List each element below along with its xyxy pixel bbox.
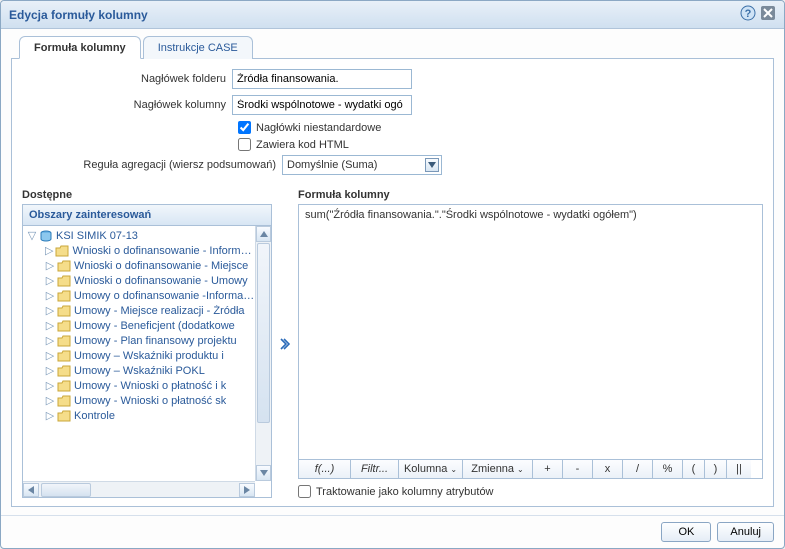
tree-item[interactable]: ▷Umowy - Miejsce realizacji - Źródła <box>27 303 255 318</box>
scroll-thumb[interactable] <box>257 243 270 423</box>
close-icon[interactable] <box>760 5 776 24</box>
folder-icon <box>57 395 71 407</box>
insert-arrow-button[interactable] <box>278 189 292 498</box>
fx-button[interactable]: f(...) <box>299 460 351 478</box>
horizontal-scrollbar[interactable] <box>23 481 255 497</box>
tree-item[interactable]: ▷Umowy – Wskaźniki produktu i <box>27 348 255 363</box>
custom-headers-label: Nagłówki niestandardowe <box>256 122 381 134</box>
tree-item[interactable]: ▷Wnioski o dofinansowanie - Umowy <box>27 273 255 288</box>
help-icon[interactable]: ? <box>740 5 756 24</box>
multiply-button[interactable]: x <box>593 460 623 478</box>
aggregation-rule-value: Domyślnie (Suma) <box>287 159 377 171</box>
scroll-left-icon[interactable] <box>23 483 39 497</box>
expand-icon[interactable]: ▷ <box>45 304 55 317</box>
aggregation-rule-label: Reguła agregacji (wiersz podsumowań) <box>22 159 282 171</box>
expand-icon[interactable]: ▷ <box>45 259 55 272</box>
scroll-right-icon[interactable] <box>239 483 255 497</box>
tree-root-label: KSI SIMIK 07-13 <box>56 230 138 242</box>
folder-header-label: Nagłówek folderu <box>22 73 232 85</box>
column-dropdown[interactable]: Kolumna⌄ <box>399 460 463 478</box>
contains-html-label: Zawiera kod HTML <box>256 139 349 151</box>
tree-item[interactable]: ▷Umowy - Plan finansowy projektu <box>27 333 255 348</box>
tree-item[interactable]: ▷Umowy o dofinansowanie -Informacje <box>27 288 255 303</box>
custom-headers-checkbox[interactable] <box>238 121 251 134</box>
folder-icon <box>57 350 71 362</box>
tree-item[interactable]: ▷Umowy - Beneficjent (dodatkowe <box>27 318 255 333</box>
expand-icon[interactable]: ▷ <box>45 349 55 362</box>
tabs: Formuła kolumny Instrukcje CASE <box>11 35 774 59</box>
concat-button[interactable]: || <box>727 460 751 478</box>
tree-item[interactable]: ▷Umowy - Wnioski o płatność i k <box>27 378 255 393</box>
edit-column-formula-dialog: Edycja formuły kolumny ? Formuła kolumny… <box>0 0 785 549</box>
aggregation-rule-select[interactable]: Domyślnie (Suma) <box>282 155 442 175</box>
expand-icon[interactable]: ▷ <box>45 394 55 407</box>
variable-dropdown[interactable]: Zmienna⌄ <box>463 460 533 478</box>
tab-formula[interactable]: Formuła kolumny <box>19 36 141 59</box>
formula-title: Formuła kolumny <box>298 189 763 204</box>
scroll-up-icon[interactable] <box>256 226 271 242</box>
lparen-button[interactable]: ( <box>683 460 705 478</box>
dialog-title: Edycja formuły kolumny <box>9 8 148 22</box>
tree-item[interactable]: ▷Umowy - Wnioski o płatność sk <box>27 393 255 408</box>
contains-html-checkbox[interactable] <box>238 138 251 151</box>
available-title: Dostępne <box>22 189 272 204</box>
tree-item[interactable]: ▷Kontrole <box>27 408 255 423</box>
expand-icon[interactable]: ▷ <box>45 409 55 422</box>
expand-icon[interactable]: ▷ <box>45 379 55 392</box>
cancel-button[interactable]: Anuluj <box>717 522 774 542</box>
column-header-input[interactable] <box>232 95 412 115</box>
plus-button[interactable]: + <box>533 460 563 478</box>
expand-icon[interactable]: ▷ <box>45 334 55 347</box>
folder-header-input[interactable] <box>232 69 412 89</box>
divide-button[interactable]: / <box>623 460 653 478</box>
folder-icon <box>57 320 71 332</box>
scroll-down-icon[interactable] <box>256 465 271 481</box>
formula-text: sum("Źródła finansowania."."Środki wspól… <box>305 209 637 221</box>
formula-toolbar: f(...) Filtr... Kolumna⌄ Zmienna⌄ + - x … <box>298 460 763 479</box>
tab-content: Nagłówek folderu Nagłówek kolumny Nagłów… <box>11 59 774 507</box>
folder-icon <box>57 275 71 287</box>
filter-button[interactable]: Filtr... <box>351 460 399 478</box>
folder-icon <box>57 305 71 317</box>
expand-icon[interactable]: ▷ <box>45 274 55 287</box>
expand-icon[interactable]: ▷ <box>45 244 53 257</box>
treat-as-attribute-checkbox[interactable] <box>298 485 311 498</box>
column-header-label: Nagłówek kolumny <box>22 99 232 111</box>
svg-text:?: ? <box>745 8 752 20</box>
tree-item[interactable]: ▷Umowy – Wskaźniki POKL <box>27 363 255 378</box>
ok-button[interactable]: OK <box>661 522 711 542</box>
tab-case[interactable]: Instrukcje CASE <box>143 36 253 59</box>
chevron-down-icon: ⌄ <box>517 465 524 474</box>
dialog-header: Edycja formuły kolumny ? <box>1 1 784 29</box>
subject-areas-header: Obszary zainteresowań <box>23 205 271 226</box>
tree-item[interactable]: ▷Wnioski o dofinansowanie - Miejsce <box>27 258 255 273</box>
folder-icon <box>57 335 71 347</box>
expand-icon[interactable]: ▷ <box>45 289 55 302</box>
formula-textarea[interactable]: sum("Źródła finansowania."."Środki wspól… <box>298 204 763 460</box>
folder-icon <box>57 410 71 422</box>
expand-icon[interactable]: ▷ <box>45 364 55 377</box>
chevron-down-icon: ⌄ <box>450 465 457 474</box>
formula-pane: Formuła kolumny sum("Źródła finansowania… <box>298 189 763 498</box>
expand-icon[interactable]: ▽ <box>27 229 37 242</box>
available-pane: Dostępne Obszary zainteresowań ▽ <box>22 189 272 498</box>
percent-button[interactable]: % <box>653 460 683 478</box>
scroll-thumb[interactable] <box>41 483 91 497</box>
dialog-footer: OK Anuluj <box>1 515 784 548</box>
tree-item[interactable]: ▷Wnioski o dofinansowanie - Informacje o… <box>27 243 255 258</box>
folder-icon <box>57 365 71 377</box>
database-icon <box>39 230 53 242</box>
treat-as-attribute-label: Traktowanie jako kolumny atrybutów <box>316 486 494 498</box>
folder-icon <box>57 290 71 302</box>
folder-icon <box>55 245 69 257</box>
tree-root[interactable]: ▽ KSI SIMIK 07-13 <box>27 228 255 243</box>
folder-icon <box>57 260 71 272</box>
chevron-down-icon <box>425 158 439 172</box>
vertical-scrollbar[interactable] <box>255 226 271 481</box>
folder-icon <box>57 380 71 392</box>
expand-icon[interactable]: ▷ <box>45 319 55 332</box>
minus-button[interactable]: - <box>563 460 593 478</box>
rparen-button[interactable]: ) <box>705 460 727 478</box>
tree: ▽ KSI SIMIK 07-13 ▷Wnioski o dofinansowa… <box>23 226 255 425</box>
